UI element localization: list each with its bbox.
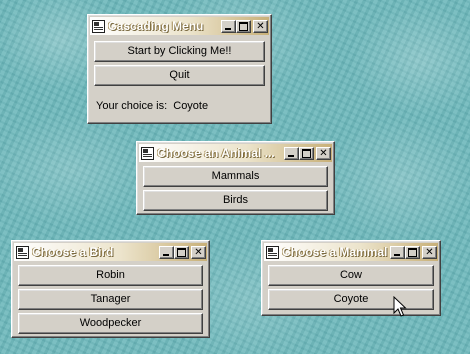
titlebar[interactable]: Choose a Bird ✕ xyxy=(14,243,207,261)
close-icon[interactable]: ✕ xyxy=(422,245,437,259)
window-app-icon[interactable] xyxy=(141,146,154,160)
window-choose-mammal: Choose a Mammal ✕ Cow Coyote xyxy=(261,240,441,316)
titlebar[interactable]: Choose an Animal ... ✕ xyxy=(139,144,332,162)
window-title: Cascading Menu xyxy=(108,19,204,33)
close-icon[interactable]: ✕ xyxy=(191,245,206,259)
tanager-button[interactable]: Tanager xyxy=(18,289,203,310)
titlebar[interactable]: Choose a Mammal ✕ xyxy=(264,243,438,261)
mammals-button[interactable]: Mammals xyxy=(143,166,328,187)
minimize-icon[interactable] xyxy=(284,146,299,160)
window-title: Choose a Bird xyxy=(32,245,114,259)
mouse-cursor-icon xyxy=(393,296,407,317)
window-choose-animal: Choose an Animal ... ✕ Mammals Birds xyxy=(136,141,335,215)
window-title: Choose a Mammal xyxy=(282,245,388,259)
window-choose-bird: Choose a Bird ✕ Robin Tanager Woodpecker xyxy=(11,240,210,338)
woodpecker-button[interactable]: Woodpecker xyxy=(18,313,203,334)
window-app-icon[interactable] xyxy=(92,19,105,33)
maximize-icon[interactable] xyxy=(405,245,420,259)
maximize-icon[interactable] xyxy=(236,19,251,33)
close-icon[interactable]: ✕ xyxy=(316,146,331,160)
minimize-icon[interactable] xyxy=(221,19,236,33)
window-title: Choose an Animal ... xyxy=(157,146,275,160)
maximize-icon[interactable] xyxy=(299,146,314,160)
cow-button[interactable]: Cow xyxy=(268,265,434,286)
birds-button[interactable]: Birds xyxy=(143,190,328,211)
minimize-icon[interactable] xyxy=(159,245,174,259)
start-button[interactable]: Start by Clicking Me!! xyxy=(94,41,265,62)
close-icon[interactable]: ✕ xyxy=(253,19,268,33)
quit-button[interactable]: Quit xyxy=(94,65,265,86)
titlebar[interactable]: Cascading Menu ✕ xyxy=(90,17,269,35)
robin-button[interactable]: Robin xyxy=(18,265,203,286)
choice-label: Your choice is: Coyote xyxy=(96,100,209,112)
window-app-icon[interactable] xyxy=(266,245,279,259)
maximize-icon[interactable] xyxy=(174,245,189,259)
coyote-button[interactable]: Coyote xyxy=(268,289,434,310)
minimize-icon[interactable] xyxy=(390,245,405,259)
window-app-icon[interactable] xyxy=(16,245,29,259)
window-cascading-menu: Cascading Menu ✕ Start by Clicking Me!! … xyxy=(87,14,272,124)
